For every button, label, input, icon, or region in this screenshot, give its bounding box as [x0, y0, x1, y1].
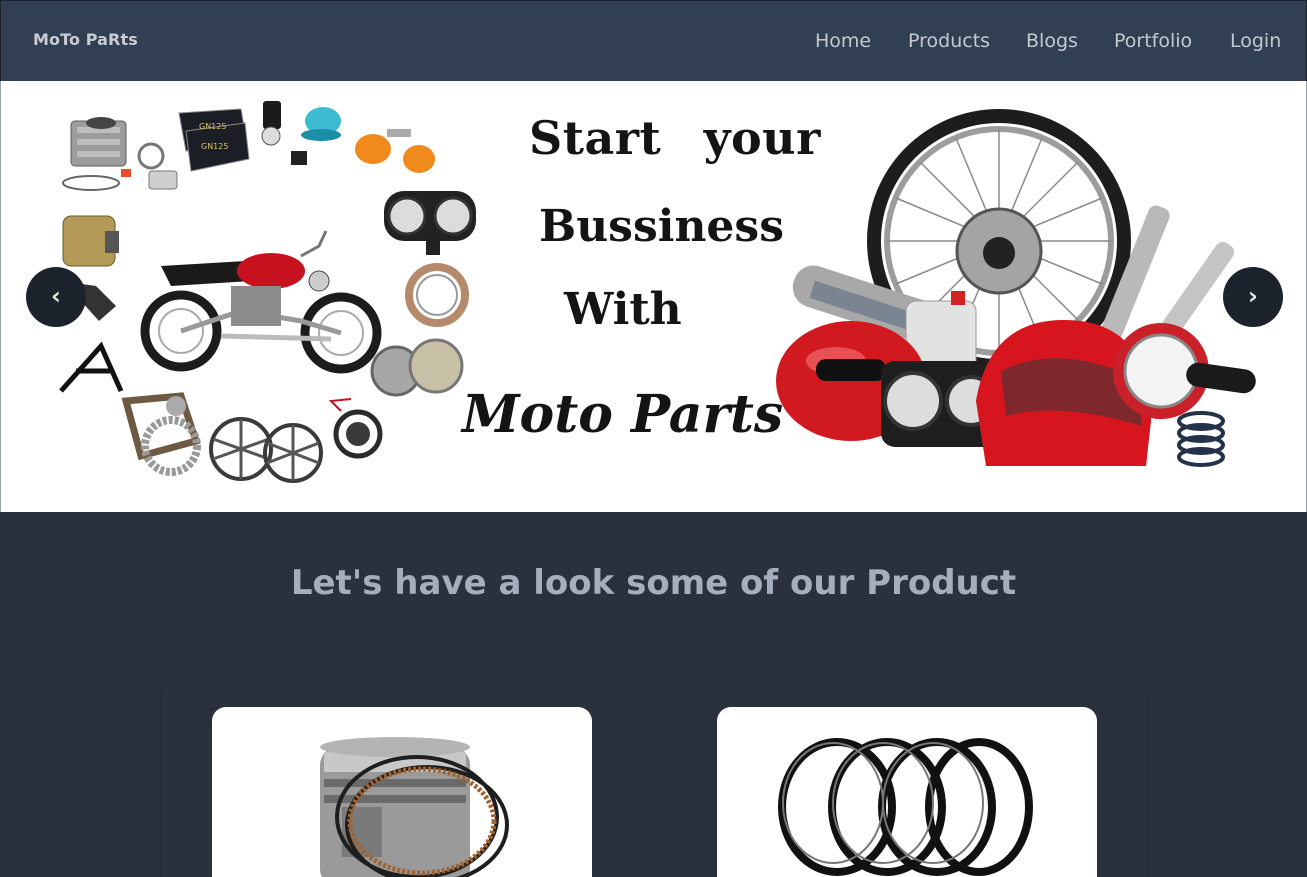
navbar: MoTo PaRts Home Products Blogs Portfolio…: [0, 0, 1307, 81]
nav-portfolio-link[interactable]: Portfolio: [1114, 30, 1192, 52]
chevron-right-icon: ›: [1248, 282, 1258, 310]
hero-carousel: GN125 GN125 Start your Bussiness With Mo…: [0, 81, 1307, 512]
spare-parts-illustration: [776, 109, 1256, 467]
motorcycle-parts-illustration: GN125 GN125: [59, 101, 476, 483]
piston-image: [320, 737, 509, 877]
carousel-next-button[interactable]: ›: [1223, 267, 1283, 327]
nav-products-link[interactable]: Products: [908, 30, 990, 52]
brand-logo[interactable]: MoTo PaRts: [33, 30, 138, 49]
divider: [650, 690, 651, 877]
hero-headline-line-4: Moto Parts: [462, 384, 784, 445]
hero-headline-line-3: With: [564, 284, 682, 335]
carousel-prev-button[interactable]: ‹: [26, 267, 86, 327]
product-card[interactable]: [212, 707, 592, 877]
divider: [1147, 690, 1148, 877]
hero-headline-line-2: Bussiness: [539, 201, 784, 252]
products-section-title: Let's have a look some of our Product: [290, 563, 1017, 603]
svg-text:GN125: GN125: [199, 122, 226, 131]
nav-blogs-link[interactable]: Blogs: [1026, 30, 1078, 52]
hero-headline-line-1: Start your: [529, 111, 821, 165]
spring-image: [778, 738, 1033, 876]
product-card[interactable]: [717, 707, 1097, 877]
chevron-left-icon: ‹: [51, 282, 61, 310]
nav-home-link[interactable]: Home: [815, 30, 871, 52]
divider: [160, 690, 161, 877]
svg-text:GN125: GN125: [201, 142, 228, 151]
nav-login-link[interactable]: Login: [1230, 30, 1281, 52]
